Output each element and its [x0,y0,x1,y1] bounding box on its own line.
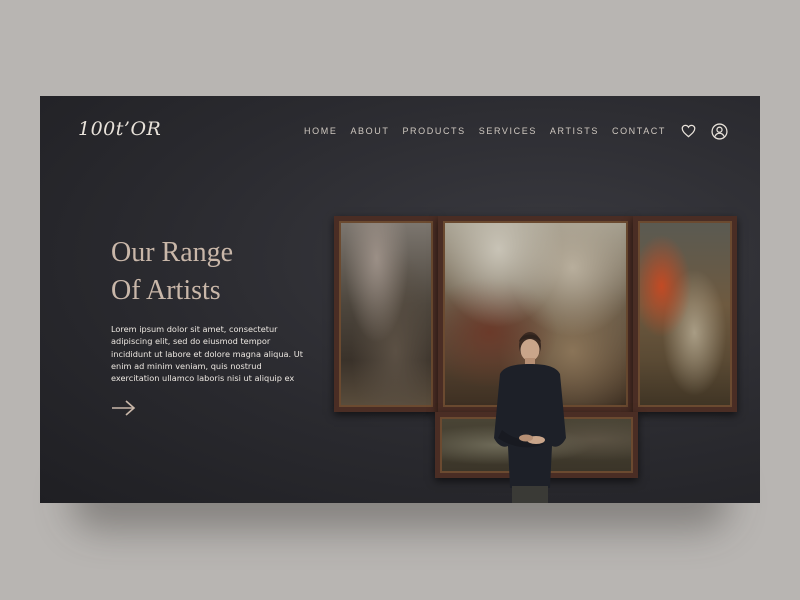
nav-item-artists[interactable]: ARTISTS [550,126,599,136]
heart-icon[interactable] [679,122,697,140]
main-nav: HOME ABOUT PRODUCTS SERVICES ARTISTS CON… [304,122,728,140]
nav-item-home[interactable]: HOME [304,126,337,136]
hero-section: 100t’OR HOME ABOUT PRODUCTS SERVICES ART… [40,96,760,503]
visitor-figure [494,332,566,503]
hero-title-line2: Of Artists [111,275,221,306]
hero-title-line1: Our Range [111,237,234,268]
brand-logo[interactable]: 100t’OR [78,118,161,140]
painting-right-panel [633,216,737,412]
hero-title: Our Range Of Artists [111,234,233,310]
painting-left-panel [334,216,438,412]
nav-item-contact[interactable]: CONTACT [612,126,666,136]
nav-item-about[interactable]: ABOUT [350,126,389,136]
nav-item-products[interactable]: PRODUCTS [402,126,465,136]
nav-item-services[interactable]: SERVICES [479,126,537,136]
hero-description: Lorem ipsum dolor sit amet, consectetur … [111,324,303,384]
user-icon[interactable] [710,122,728,140]
page-backdrop: 100t’OR HOME ABOUT PRODUCTS SERVICES ART… [0,0,800,600]
arrow-right-icon[interactable] [111,399,137,417]
